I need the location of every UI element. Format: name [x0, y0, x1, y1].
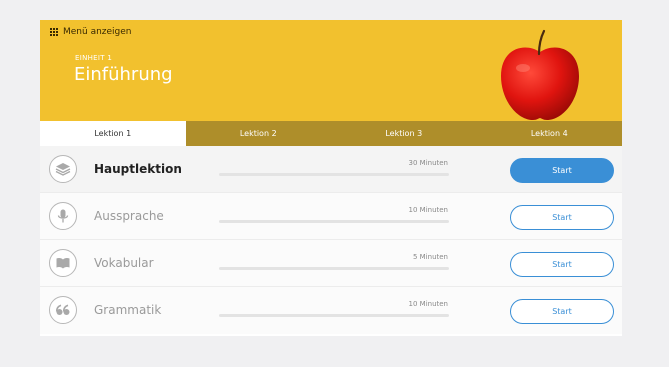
lesson-duration: 10 Minuten: [408, 300, 448, 308]
lesson-title: Vokabular: [94, 256, 154, 270]
start-grammar-button[interactable]: Start: [510, 299, 614, 324]
lesson-row-main: Hauptlektion 30 Minuten Start: [40, 146, 622, 193]
lesson-duration: 30 Minuten: [408, 159, 448, 167]
lesson-row-vocabulary: Vokabular 5 Minuten Start: [40, 240, 622, 287]
lesson-progress-bar: [219, 314, 449, 317]
show-menu-label: Menü anzeigen: [63, 27, 132, 37]
lesson-title: Grammatik: [94, 303, 162, 317]
lesson-tabs: Lektion 1 Lektion 2 Lektion 3 Lektion 4: [40, 121, 622, 146]
unit-header: Menü anzeigen EINHEIT 1 Einführung: [40, 20, 622, 121]
lesson-title: Aussprache: [94, 209, 164, 223]
tab-lesson-2[interactable]: Lektion 2: [186, 121, 332, 146]
tab-lesson-3[interactable]: Lektion 3: [331, 121, 477, 146]
lesson-progress-bar: [219, 173, 449, 176]
lesson-title: Hauptlektion: [94, 162, 182, 176]
apple-icon: [501, 29, 579, 121]
grid-menu-icon: [50, 28, 58, 36]
microphone-icon: [49, 202, 77, 230]
tab-lesson-1[interactable]: Lektion 1: [40, 121, 186, 146]
unit-title: Einführung: [74, 64, 173, 85]
book-icon: [49, 249, 77, 277]
lesson-row-grammar: Grammatik 10 Minuten Start: [40, 287, 622, 334]
start-main-lesson-button[interactable]: Start: [510, 158, 614, 183]
show-menu-button[interactable]: Menü anzeigen: [50, 27, 132, 37]
layers-icon: [49, 155, 77, 183]
unit-number: EINHEIT 1: [75, 54, 113, 62]
tab-lesson-4[interactable]: Lektion 4: [477, 121, 623, 146]
lesson-progress-bar: [219, 220, 449, 223]
lesson-row-pronunciation: Aussprache 10 Minuten Start: [40, 193, 622, 240]
lesson-duration: 5 Minuten: [412, 253, 448, 261]
course-card: Menü anzeigen EINHEIT 1 Einführung Lekti…: [40, 20, 622, 336]
lesson-duration: 10 Minuten: [408, 206, 448, 214]
start-pronunciation-button[interactable]: Start: [510, 205, 614, 230]
lesson-progress-bar: [219, 267, 449, 270]
quote-icon: [49, 296, 77, 324]
start-vocabulary-button[interactable]: Start: [510, 252, 614, 277]
